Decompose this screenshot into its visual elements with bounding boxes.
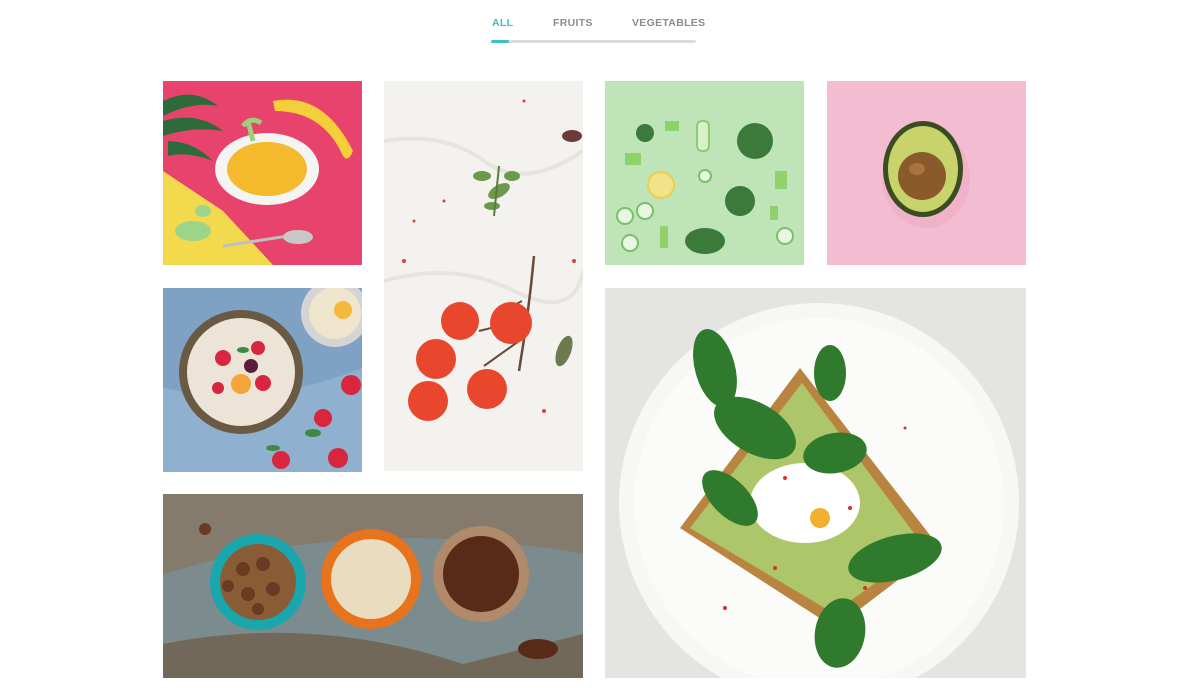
oatmeal-berries-image	[163, 288, 362, 472]
avocado-image	[827, 81, 1026, 265]
gallery-item-oatmeal-berries[interactable]	[163, 288, 362, 472]
tab-all[interactable]: ALL	[492, 17, 513, 33]
tab-vegetables[interactable]: VEGETABLES	[632, 17, 705, 33]
avocado-toast-image	[605, 288, 1026, 678]
gallery-item-avocado-toast[interactable]	[605, 288, 1026, 678]
filter-tabs: ALL FRUITS VEGETABLES	[491, 17, 705, 45]
tab-indicator-track	[491, 40, 696, 43]
gallery-item-avocado[interactable]	[827, 81, 1026, 265]
tomatoes-image	[384, 81, 583, 471]
green-vegetables-image	[605, 81, 804, 265]
gallery-item-nuts-dates[interactable]	[163, 494, 583, 678]
nuts-dates-image	[163, 494, 583, 678]
gallery-item-green-vegetables[interactable]	[605, 81, 804, 265]
tab-indicator-active	[491, 40, 509, 43]
gallery-item-fruit-bowl[interactable]	[163, 81, 362, 265]
gallery-item-tomatoes[interactable]	[384, 81, 583, 471]
fruit-bowl-image	[163, 81, 362, 265]
tab-fruits[interactable]: FRUITS	[553, 17, 593, 33]
